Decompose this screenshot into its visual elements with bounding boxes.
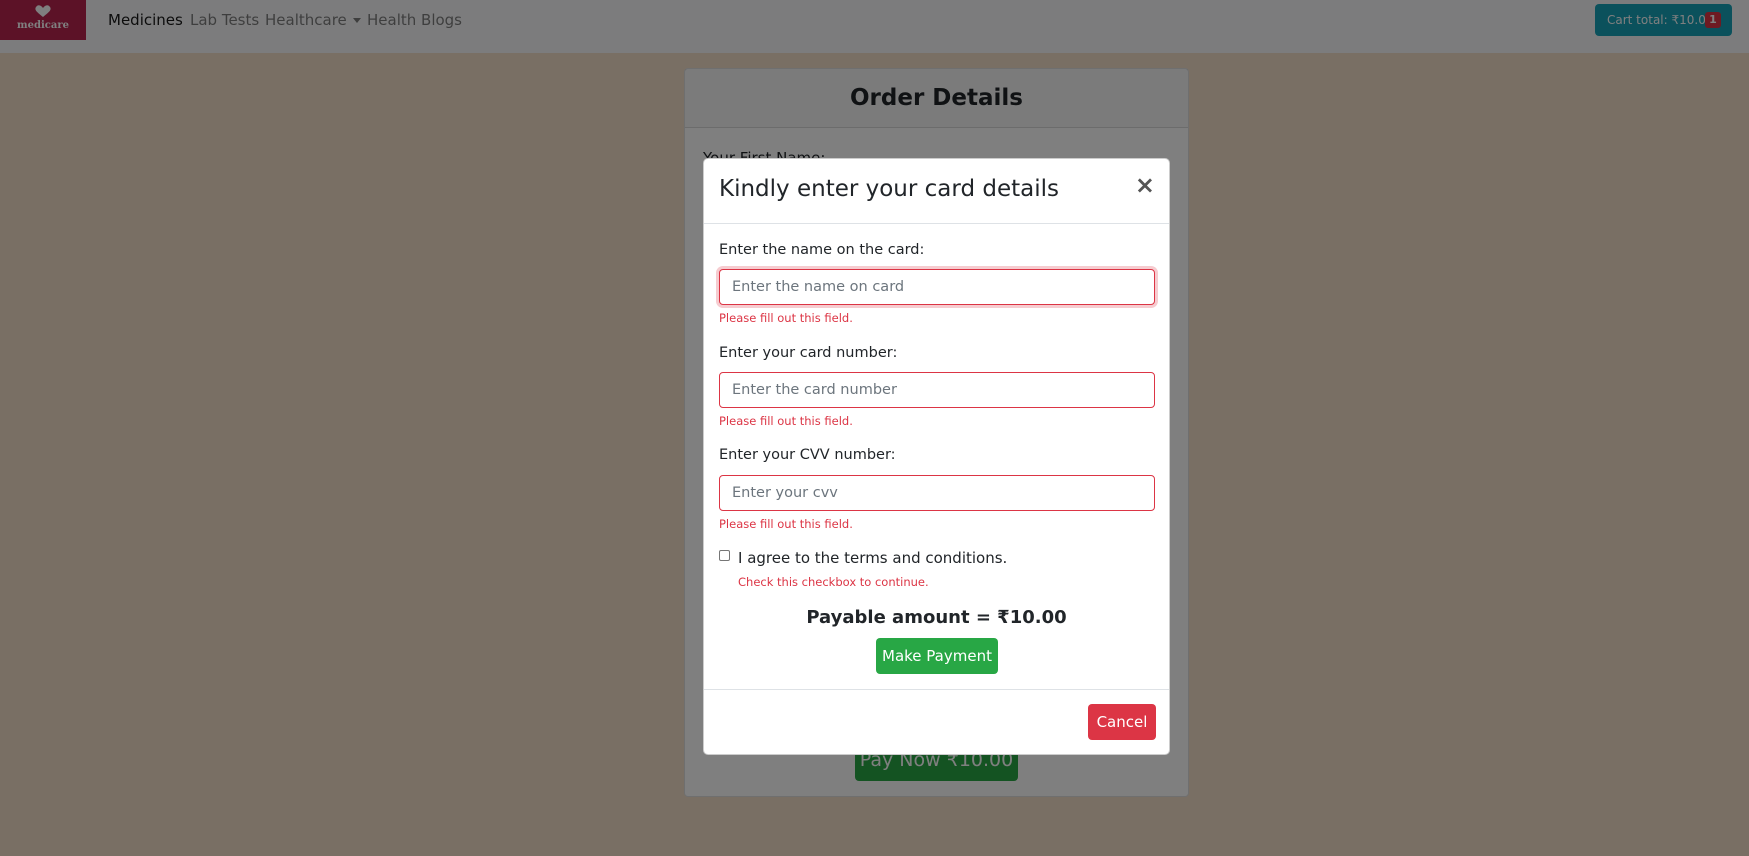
close-icon[interactable]: × xyxy=(1135,173,1155,197)
make-payment-button[interactable]: Make Payment xyxy=(876,638,998,674)
cvv-error: Please fill out this field. xyxy=(719,517,853,531)
terms-checkbox[interactable] xyxy=(719,550,730,561)
cvv-input[interactable] xyxy=(719,475,1155,511)
card-name-label: Enter the name on the card: xyxy=(719,242,925,258)
card-details-modal: Kindly enter your card details × Enter t… xyxy=(703,158,1170,755)
card-name-error: Please fill out this field. xyxy=(719,311,853,325)
modal-footer-divider xyxy=(704,689,1169,690)
terms-label[interactable]: I agree to the terms and conditions. xyxy=(738,549,1007,567)
cancel-button[interactable]: Cancel xyxy=(1088,704,1156,740)
terms-error: Check this checkbox to continue. xyxy=(738,575,929,589)
modal-title: Kindly enter your card details xyxy=(719,176,1059,202)
card-name-input[interactable] xyxy=(719,269,1155,305)
card-number-error: Please fill out this field. xyxy=(719,414,853,428)
modal-header: Kindly enter your card details × xyxy=(704,159,1169,224)
card-number-input[interactable] xyxy=(719,372,1155,408)
payable-amount: Payable amount = ₹10.00 xyxy=(806,607,1067,628)
card-number-label: Enter your card number: xyxy=(719,345,898,361)
cvv-label: Enter your CVV number: xyxy=(719,447,896,463)
